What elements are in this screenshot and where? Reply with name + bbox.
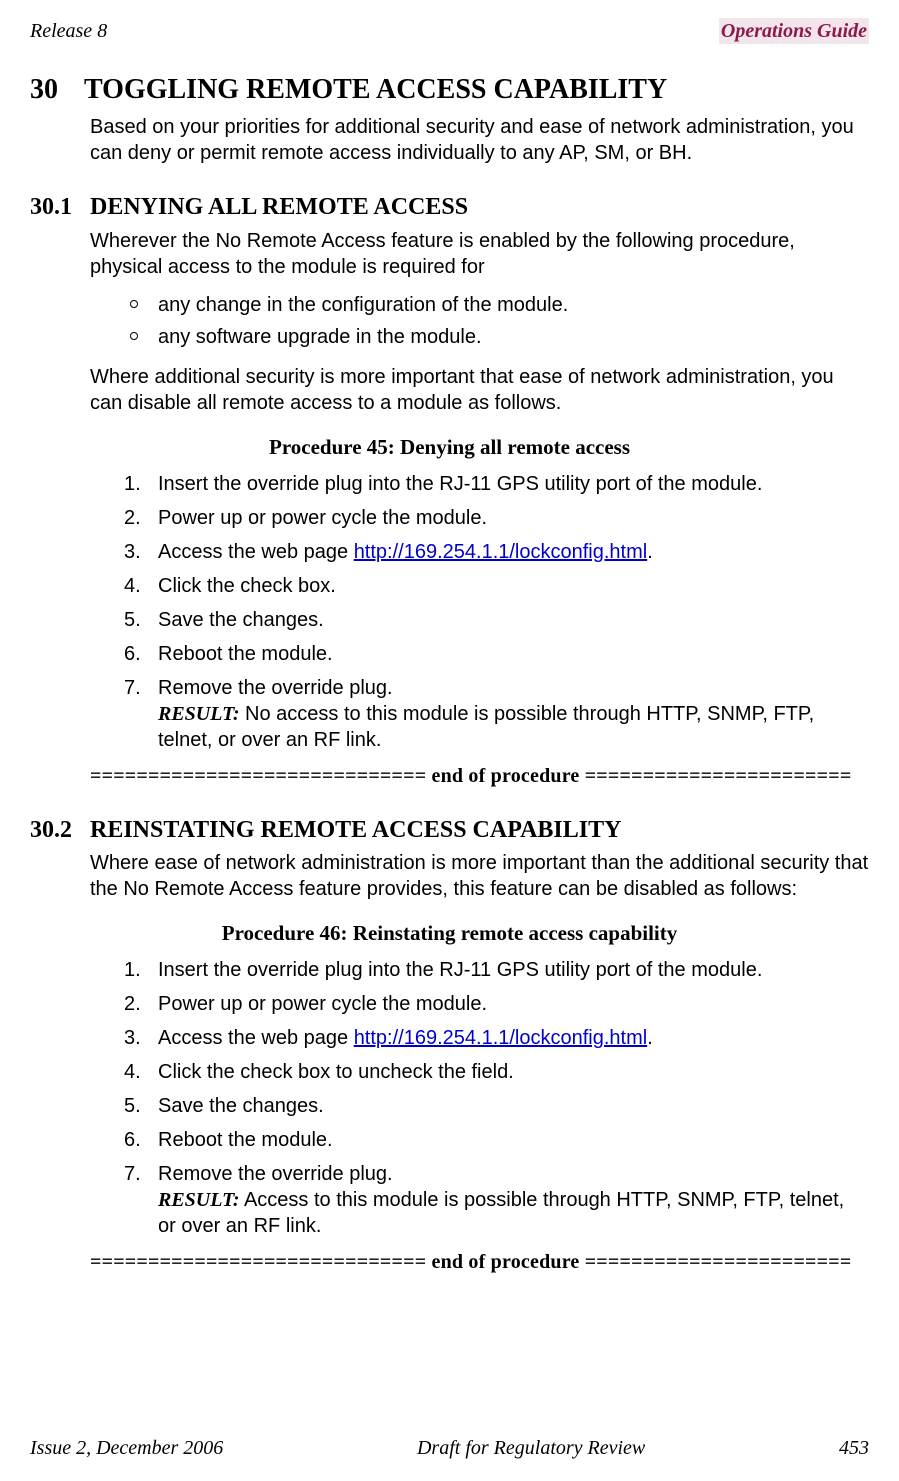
page-footer: Issue 2, December 2006 Draft for Regulat… [30,1435,869,1461]
section-title: REINSTATING REMOTE ACCESS CAPABILITY [90,815,621,846]
bullet-icon [130,332,138,340]
list-item: 3.Access the web page http://169.254.1.1… [124,1025,859,1051]
step-text: Power up or power cycle the module. [158,505,859,531]
step-number: 6. [124,1127,158,1153]
list-item: 6.Reboot the module. [124,1127,859,1153]
chapter-heading: 30 TOGGLING REMOTE ACCESS CAPABILITY [30,72,869,108]
step-text: Remove the override plug.RESULT: Access … [158,1161,859,1239]
bullet-text: any change in the configuration of the m… [158,292,568,318]
step-number: 7. [124,675,158,753]
step-number: 6. [124,641,158,667]
step-text: Save the changes. [158,1093,859,1119]
bullet-text: any software upgrade in the module. [158,324,482,350]
step-text: Access the web page http://169.254.1.1/l… [158,1025,859,1051]
page: Release 8 Operations Guide 30 TOGGLING R… [0,0,899,1481]
step-number: 1. [124,957,158,983]
step-number: 7. [124,1161,158,1239]
list-item: 5.Save the changes. [124,1093,859,1119]
footer-right: 453 [839,1435,869,1461]
intro-paragraph: Based on your priorities for additional … [90,114,869,166]
section-number: 30.2 [30,815,90,846]
footer-center: Draft for Regulatory Review [417,1435,645,1461]
list-item: 2.Power up or power cycle the module. [124,505,859,531]
result-label: RESULT: [158,1189,240,1211]
section-paragraph: Wherever the No Remote Access feature is… [90,228,869,280]
step-number: 2. [124,505,158,531]
bullet-list: any change in the configuration of the m… [130,292,869,350]
footer-left: Issue 2, December 2006 [30,1435,223,1461]
step-number: 2. [124,991,158,1017]
section-heading: 30.2 REINSTATING REMOTE ACCESS CAPABILIT… [30,815,869,846]
step-text: Insert the override plug into the RJ-11 … [158,471,859,497]
end-of-procedure: ============================= end of pro… [90,1249,869,1275]
section-paragraph: Where ease of network administration is … [90,850,869,902]
step-text: Click the check box. [158,573,859,599]
step-text: Power up or power cycle the module. [158,991,859,1017]
list-item: 1.Insert the override plug into the RJ-1… [124,957,859,983]
list-item: 2.Power up or power cycle the module. [124,991,859,1017]
procedure-title: Procedure 46: Reinstating remote access … [30,920,869,947]
bullet-icon [130,300,138,308]
step-number: 5. [124,1093,158,1119]
step-number: 5. [124,607,158,633]
lockconfig-link[interactable]: http://169.254.1.1/lockconfig.html [354,1027,648,1049]
section-title: DENYING ALL REMOTE ACCESS [90,192,468,223]
list-item: 1.Insert the override plug into the RJ-1… [124,471,859,497]
list-item: 4.Click the check box. [124,573,859,599]
list-item: 3.Access the web page http://169.254.1.1… [124,539,859,565]
procedure-steps: 1.Insert the override plug into the RJ-1… [124,957,859,1239]
end-of-procedure: ============================= end of pro… [90,763,869,789]
procedure-title: Procedure 45: Denying all remote access [30,434,869,461]
result-label: RESULT: [158,703,240,725]
list-item: 4.Click the check box to uncheck the fie… [124,1059,859,1085]
step-number: 1. [124,471,158,497]
list-item: 7.Remove the override plug.RESULT: Acces… [124,1161,859,1239]
section-paragraph: Where additional security is more import… [90,364,869,416]
header-left: Release 8 [30,18,107,44]
section-number: 30.1 [30,192,90,223]
step-number: 3. [124,539,158,565]
list-item: 7.Remove the override plug.RESULT: No ac… [124,675,859,753]
header-right: Operations Guide [719,18,869,44]
list-item: any change in the configuration of the m… [130,292,869,318]
list-item: any software upgrade in the module. [130,324,869,350]
procedure-steps: 1.Insert the override plug into the RJ-1… [124,471,859,753]
step-text: Remove the override plug.RESULT: No acce… [158,675,859,753]
page-header: Release 8 Operations Guide [30,18,869,44]
step-text: Access the web page http://169.254.1.1/l… [158,539,859,565]
list-item: 6.Reboot the module. [124,641,859,667]
list-item: 5.Save the changes. [124,607,859,633]
step-number: 4. [124,1059,158,1085]
step-text: Reboot the module. [158,641,859,667]
chapter-title: TOGGLING REMOTE ACCESS CAPABILITY [84,72,667,108]
step-number: 3. [124,1025,158,1051]
step-text: Click the check box to uncheck the field… [158,1059,859,1085]
section-heading: 30.1 DENYING ALL REMOTE ACCESS [30,192,869,223]
step-number: 4. [124,573,158,599]
step-text: Insert the override plug into the RJ-11 … [158,957,859,983]
lockconfig-link[interactable]: http://169.254.1.1/lockconfig.html [354,541,648,563]
step-text: Save the changes. [158,607,859,633]
step-text: Reboot the module. [158,1127,859,1153]
chapter-number: 30 [30,72,84,108]
